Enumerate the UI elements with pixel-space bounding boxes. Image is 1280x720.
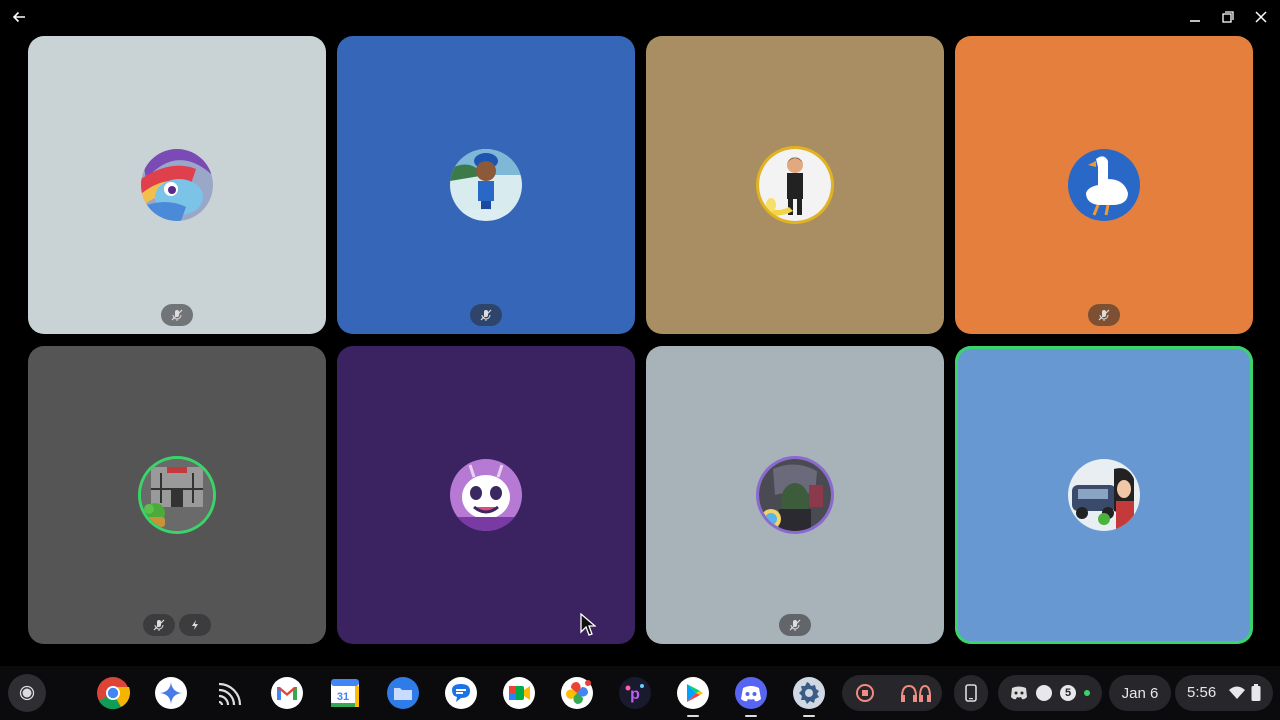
mic-off-badge [779,614,811,636]
headphones-icon [901,684,931,702]
phone-icon [965,684,977,702]
play-store-icon [677,677,709,709]
mic-off-badge [161,304,193,326]
mic-off-badge [143,614,175,636]
stop-recording-button[interactable] [851,679,879,707]
files-icon [387,677,419,709]
participant-tile[interactable] [337,36,635,334]
messages-app[interactable] [442,674,480,712]
battery-icon [1251,684,1261,701]
minimize-icon [1190,20,1200,22]
close-icon [1255,11,1267,23]
messages-icon [445,677,477,709]
participant-tile[interactable] [646,346,944,644]
headphones-button[interactable] [896,679,936,707]
participant-tile[interactable] [28,346,326,644]
participant-grid [28,36,1254,644]
mic-off-icon [480,309,492,321]
launcher-button[interactable] [8,674,46,712]
window-title-bar [0,0,1280,34]
participant-tile[interactable] [646,36,944,334]
mic-off-badge [1088,304,1120,326]
photos-icon [561,677,593,709]
launcher-icon [19,685,35,701]
participant-tile[interactable] [28,36,326,334]
restore-icon [1222,11,1234,23]
picsart-icon: p [619,677,651,709]
rainbow-pony-avatar[interactable] [141,149,213,221]
meet-app[interactable] [500,674,538,712]
cast-app[interactable] [210,674,248,712]
white-goose-avatar[interactable] [1068,149,1140,221]
mic-off-icon [789,619,801,631]
phone-hub-button[interactable] [954,675,988,711]
online-status-dot [1084,690,1090,696]
participant-tile[interactable] [337,346,635,644]
wifi-icon [1229,686,1245,699]
status-badges [470,304,502,326]
mic-off-icon [153,619,165,631]
chrome-app[interactable] [94,674,132,712]
gmail-app[interactable] [268,674,306,712]
discord-notification-icon [1011,686,1027,700]
dark-character-avatar[interactable] [759,459,831,531]
boost-badge [179,614,211,636]
minimize-button[interactable] [1184,6,1206,28]
picsart-app[interactable]: p [616,674,654,712]
car-character-avatar[interactable] [1068,459,1140,531]
play-store-app[interactable] [674,674,712,717]
gmail-icon [271,677,303,709]
restore-button[interactable] [1217,6,1239,28]
mic-off-icon [171,309,183,321]
photos-app[interactable] [558,674,596,712]
purple-creature-avatar[interactable] [450,459,522,531]
scene-frog-avatar[interactable] [141,459,213,531]
discord-icon [735,677,767,709]
calendar-icon: 31 [331,679,359,707]
calendar-app[interactable]: 31 [326,674,364,712]
media-controls [842,675,942,711]
arrow-back-icon [12,11,25,23]
mic-off-badge [470,304,502,326]
svg-text:p: p [630,686,640,703]
date-label: Jan 6 [1121,684,1159,702]
mic-off-icon [1098,309,1110,321]
notification-count-badge: 5 [1060,685,1076,701]
status-badges [1088,304,1120,326]
notification-area[interactable]: 5 [998,675,1102,711]
boost-icon [192,620,198,630]
running-indicator [803,715,815,717]
discord-app[interactable] [732,674,770,717]
time-label: 5:56 [1187,684,1217,701]
status-badges [779,614,811,636]
meet-icon [503,677,535,709]
shelf: 31 p 5 Jan 6 5:56 [0,666,1280,720]
running-indicator [745,715,757,717]
running-indicator [687,715,699,717]
window-controls [1184,6,1272,28]
status-badges [161,304,193,326]
status-badges [143,614,211,636]
close-button[interactable] [1250,6,1272,28]
participant-tile-speaking[interactable] [955,346,1253,644]
files-app[interactable] [384,674,422,712]
mouse-cursor-icon [580,613,596,636]
status-area-button[interactable]: 5:56 [1175,675,1273,711]
settings-icon [793,677,825,709]
chrome-icon [97,677,130,710]
back-button[interactable] [8,6,30,28]
date-button[interactable]: Jan 6 [1109,675,1171,711]
stop-recording-icon [856,684,874,702]
participant-tile[interactable] [955,36,1253,334]
gemini-app[interactable] [152,674,190,712]
cast-icon [218,682,242,706]
settings-app[interactable] [790,674,828,717]
figure-banana-avatar[interactable] [759,149,831,221]
white-circle-indicator [1036,685,1052,701]
calendar-day-label: 31 [337,691,349,703]
boy-blue-cap-avatar[interactable] [450,149,522,221]
pinned-apps: 31 p [94,674,828,717]
gemini-icon [155,677,187,709]
